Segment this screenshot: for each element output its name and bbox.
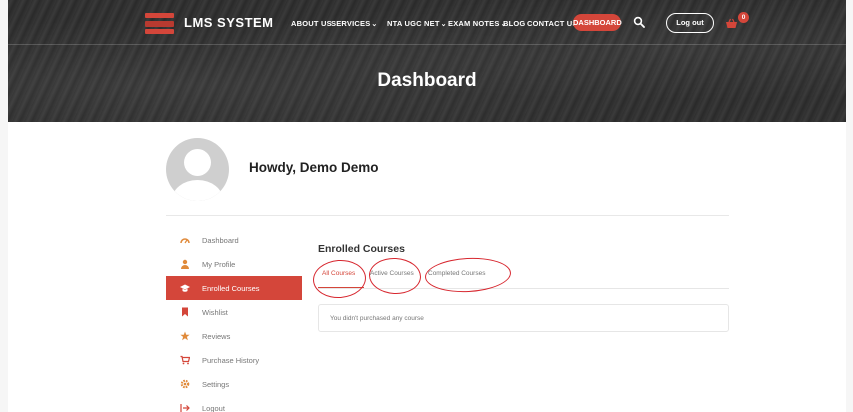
- logout-icon: [180, 404, 190, 412]
- annotation-circle: [311, 258, 368, 300]
- bookmark-icon: [182, 307, 188, 317]
- sidebar-item-label: Wishlist: [202, 307, 228, 317]
- search-icon[interactable]: [633, 16, 645, 28]
- page-title: Dashboard: [377, 70, 477, 91]
- nav-exam-notes[interactable]: EXAM NOTES⌄: [448, 19, 507, 28]
- empty-courses-message: You didn't purchased any course: [318, 304, 729, 332]
- logout-button[interactable]: Log out: [666, 13, 714, 33]
- cart-icon[interactable]: [725, 18, 738, 29]
- sidebar-item-label: Purchase History: [202, 355, 260, 365]
- sidebar-item-label: Logout: [202, 403, 225, 412]
- logo-icon[interactable]: [145, 13, 174, 35]
- avatar: [166, 138, 229, 201]
- sidebar-item-my-profile[interactable]: My Profile: [166, 252, 302, 276]
- sidebar-item-label: Enrolled Courses: [202, 283, 260, 293]
- user-icon: [181, 259, 189, 269]
- nav-blog[interactable]: BLOG: [503, 19, 525, 28]
- nav-services[interactable]: SERVICES⌄: [331, 19, 377, 28]
- nav-about-us[interactable]: ABOUT US: [291, 19, 332, 28]
- profile-greeting: Howdy, Demo Demo: [249, 160, 379, 175]
- star-icon: [180, 331, 190, 341]
- section-title: Enrolled Courses: [318, 243, 405, 255]
- annotation-circle: [368, 256, 422, 296]
- sidebar-item-wishlist[interactable]: Wishlist: [166, 300, 302, 324]
- nav-nta-ugc-net[interactable]: NTA UGC NET⌄: [387, 19, 447, 28]
- sidebar-item-label: Reviews: [202, 331, 231, 341]
- cart-count-badge: 0: [738, 12, 749, 23]
- hero-banner: LMS SYSTEM ABOUT US SERVICES⌄ NTA UGC NE…: [8, 0, 846, 122]
- logo-text[interactable]: LMS SYSTEM: [184, 15, 274, 30]
- sidebar-item-settings[interactable]: Settings: [166, 372, 302, 396]
- chevron-down-icon: ⌄: [440, 21, 447, 28]
- sidebar-item-purchase-history[interactable]: Purchase History: [166, 348, 302, 372]
- nav-contact-us[interactable]: CONTACT US: [527, 19, 578, 28]
- sidebar-item-enrolled-courses[interactable]: Enrolled Courses: [166, 276, 302, 300]
- dashboard-sidebar: Dashboard My Profile Enrolled Courses Wi…: [166, 228, 302, 412]
- dashboard-icon: [180, 238, 190, 244]
- chevron-down-icon: ⌄: [371, 21, 378, 28]
- page: LMS SYSTEM ABOUT US SERVICES⌄ NTA UGC NE…: [8, 0, 846, 412]
- sidebar-item-reviews[interactable]: Reviews: [166, 324, 302, 348]
- sidebar-item-logout[interactable]: Logout: [166, 396, 302, 412]
- sidebar-item-label: Dashboard: [202, 235, 239, 245]
- sidebar-item-dashboard[interactable]: Dashboard: [166, 228, 302, 252]
- cart-icon: [180, 355, 190, 365]
- navbar-divider: [8, 44, 846, 45]
- nav-dashboard[interactable]: DASHBOARD: [573, 14, 622, 31]
- sidebar-item-label: My Profile: [202, 259, 236, 269]
- gear-icon: [180, 379, 190, 389]
- top-navbar: LMS SYSTEM ABOUT US SERVICES⌄ NTA UGC NE…: [8, 0, 846, 44]
- graduation-cap-icon: [180, 284, 190, 292]
- sidebar-item-label: Settings: [202, 379, 230, 389]
- profile-divider: [166, 215, 729, 216]
